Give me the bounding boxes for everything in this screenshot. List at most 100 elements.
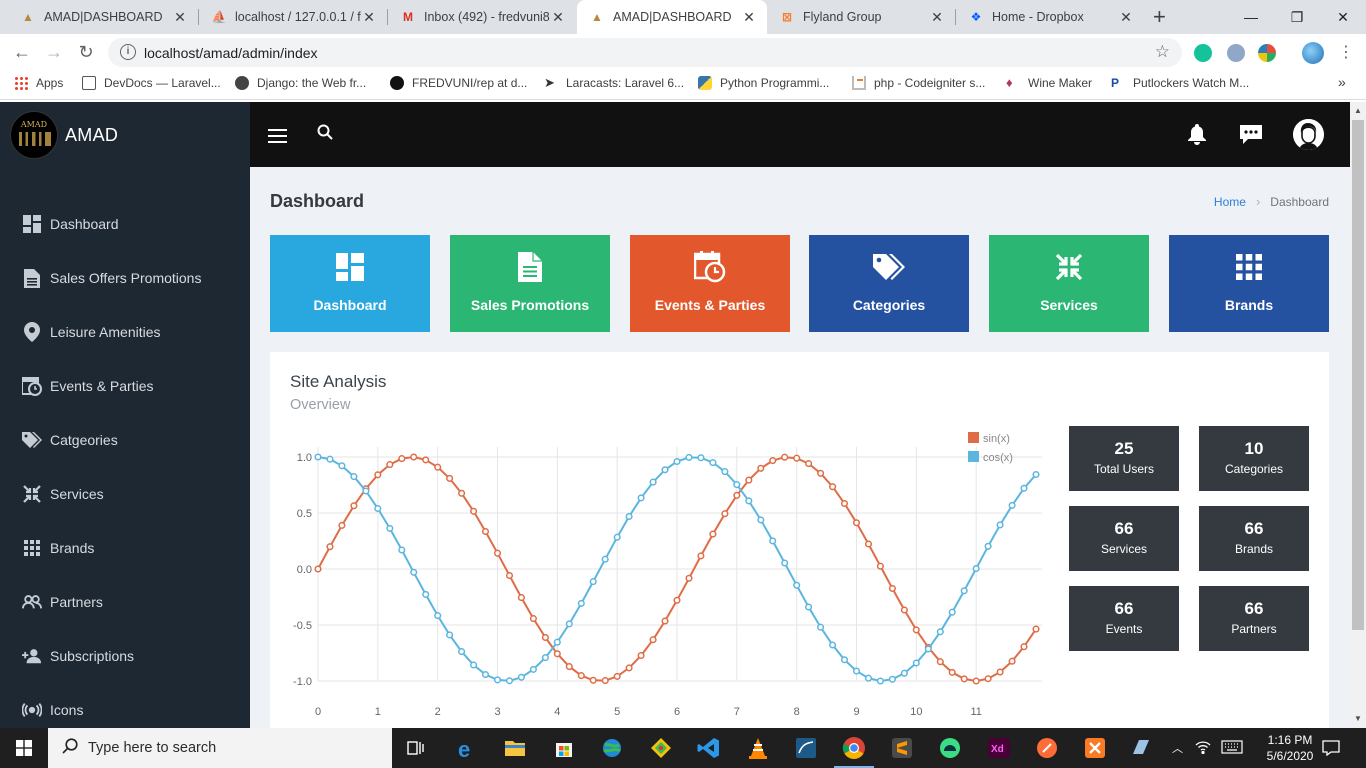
close-icon[interactable]: ✕ [1118, 9, 1134, 26]
adobe-xd-icon[interactable]: Xd [987, 736, 1011, 760]
bookmark-python[interactable]: Python Programmi... [698, 76, 829, 90]
notification-bell-icon[interactable] [1187, 124, 1207, 150]
chevron-up-icon[interactable]: ︿ [1172, 740, 1183, 756]
microsoft-store-icon[interactable] [552, 736, 576, 760]
sidebar-item-services[interactable]: Services [0, 467, 250, 521]
bookmark-putlockers[interactable]: P Putlockers Watch M... [1111, 76, 1249, 90]
bookmark-winemaker[interactable]: ♦ Wine Maker [1006, 76, 1092, 91]
taskbar-clock[interactable]: 1:16 PM 5/6/2020 [1255, 732, 1325, 764]
postman-icon[interactable] [1035, 736, 1059, 760]
minimize-icon[interactable]: — [1228, 0, 1274, 34]
close-icon[interactable]: ✕ [741, 9, 757, 26]
menu-dots-icon[interactable]: ⋮ [1334, 40, 1358, 64]
bookmark-stackoverflow[interactable]: php - Codeigniter s... [852, 76, 985, 90]
search-icon[interactable] [317, 124, 333, 145]
sidebar-item-sales-offers[interactable]: Sales Offers Promotions [0, 251, 250, 305]
vlc-icon[interactable] [746, 736, 770, 760]
action-center-icon[interactable] [1322, 728, 1340, 768]
bookmark-star-icon[interactable]: ☆ [1155, 42, 1170, 62]
sidebar-item-categories[interactable]: Catgeories [0, 413, 250, 467]
data-point [960, 675, 968, 683]
data-point [529, 615, 537, 623]
globe-app-icon[interactable] [600, 736, 624, 760]
bookmark-github[interactable]: FREDVUNI/rep at d... [390, 76, 527, 90]
page-scrollbar[interactable]: ▲ ▼ [1350, 102, 1366, 728]
sidebar-item-partners[interactable]: Partners [0, 575, 250, 629]
window-close-icon[interactable]: ✕ [1320, 0, 1366, 34]
browser-tab-5[interactable]: ⊠ Flyland Group ✕ [767, 0, 955, 34]
bookmark-devdocs[interactable]: DevDocs — Laravel... [82, 76, 221, 90]
close-icon[interactable]: ✕ [550, 9, 566, 26]
sidebar-item-icons[interactable]: Icons [0, 683, 250, 728]
breadcrumb-home-link[interactable]: Home [1214, 195, 1246, 209]
brand[interactable]: AMAD AMAD [10, 111, 118, 159]
android-studio-icon[interactable] [938, 736, 962, 760]
chevron-right-icon: › [1255, 194, 1261, 209]
x-tick-label: 8 [794, 706, 800, 718]
grammarly-extension-icon[interactable] [1194, 44, 1212, 62]
file-explorer-icon[interactable] [503, 736, 527, 760]
sublime-text-icon[interactable] [890, 736, 914, 760]
browser-tab-1[interactable]: ▲ AMAD|DASHBOARD ✕ [8, 0, 198, 34]
stat-value: 10 [1244, 439, 1264, 458]
info-icon[interactable]: i [120, 44, 136, 60]
sidebar-item-subscriptions[interactable]: Subscriptions [0, 629, 250, 683]
bookmarks-overflow-icon[interactable]: » [1338, 74, 1346, 90]
data-point [338, 521, 346, 529]
new-tab-icon[interactable]: + [1153, 4, 1166, 30]
scroll-up-arrow-icon[interactable]: ▲ [1354, 106, 1362, 115]
reload-icon[interactable]: ↻ [74, 40, 98, 64]
close-icon[interactable]: ✕ [361, 9, 377, 26]
url-text[interactable]: localhost/amad/admin/index [144, 45, 318, 61]
url-omnibox[interactable]: i localhost/amad/admin/index ☆ [108, 38, 1182, 67]
task-view-icon[interactable] [404, 736, 428, 760]
tile-services[interactable]: Services [989, 235, 1149, 332]
sidebar-item-brands[interactable]: Brands [0, 521, 250, 575]
tile-brands[interactable]: Brands [1169, 235, 1329, 332]
keyboard-icon[interactable] [1221, 739, 1243, 757]
close-icon[interactable]: ✕ [172, 9, 188, 26]
bookmark-laracasts[interactable]: ➤ Laracasts: Laravel 6... [544, 76, 684, 91]
xampp-icon[interactable] [1083, 736, 1107, 760]
edge-icon[interactable]: e [455, 736, 479, 762]
windows-start-icon[interactable] [0, 728, 48, 768]
data-point [649, 478, 657, 486]
forward-arrow-icon[interactable]: → [42, 40, 66, 64]
message-icon[interactable] [1240, 125, 1262, 150]
sidebar-item-dashboard[interactable]: Dashboard [0, 197, 250, 251]
vscode-icon[interactable] [697, 736, 721, 760]
data-point [745, 497, 753, 505]
hamburger-menu-icon[interactable] [268, 129, 287, 147]
git-icon[interactable] [649, 736, 673, 760]
tile-categories[interactable]: Categories [809, 235, 969, 332]
profile-avatar-icon[interactable] [1302, 42, 1324, 64]
mysql-workbench-icon[interactable] [794, 736, 818, 760]
wifi-icon[interactable] [1195, 740, 1211, 757]
bookmark-django[interactable]: Django: the Web fr... [235, 76, 366, 90]
app-icon[interactable] [1129, 736, 1153, 760]
sidebar-item-leisure-amenities[interactable]: Leisure Amenities [0, 305, 250, 359]
browser-tab-6[interactable]: ❖ Home - Dropbox ✕ [956, 0, 1144, 34]
browser-tab-4-active[interactable]: ▲ AMAD|DASHBOARD ✕ [577, 0, 767, 34]
stat-label: Partners [1231, 622, 1277, 636]
sidebar-item-events-parties[interactable]: Events & Parties [0, 359, 250, 413]
chrome-icon[interactable] [842, 736, 866, 760]
browser-tab-3[interactable]: M Inbox (492) - fredvuni8 ✕ [388, 0, 576, 34]
scrollbar-thumb[interactable] [1352, 120, 1364, 630]
bookmark-apps[interactable]: Apps [14, 76, 63, 90]
tile-sales-promotions[interactable]: Sales Promotions [450, 235, 610, 332]
extension-icon[interactable] [1258, 44, 1276, 62]
extension-icon[interactable] [1227, 44, 1245, 62]
maximize-icon[interactable]: ❐ [1274, 0, 1320, 34]
browser-tab-2[interactable]: ⛵ localhost / 127.0.0.1 / fl ✕ [199, 0, 387, 34]
back-arrow-icon[interactable]: ← [10, 40, 34, 64]
taskbar-search-box[interactable]: Type here to search [48, 728, 392, 768]
tile-events-parties[interactable]: Events & Parties [630, 235, 790, 332]
scroll-down-arrow-icon[interactable]: ▼ [1354, 714, 1362, 723]
close-icon[interactable]: ✕ [929, 9, 945, 26]
windows-taskbar: Type here to search e Xd ︿ 1:16 PM 5/6/2… [0, 728, 1366, 768]
x-tick-label: 11 [970, 706, 981, 718]
user-avatar[interactable] [1293, 119, 1324, 150]
tile-dashboard[interactable]: Dashboard [270, 235, 430, 332]
stat-value: 66 [1244, 519, 1264, 538]
